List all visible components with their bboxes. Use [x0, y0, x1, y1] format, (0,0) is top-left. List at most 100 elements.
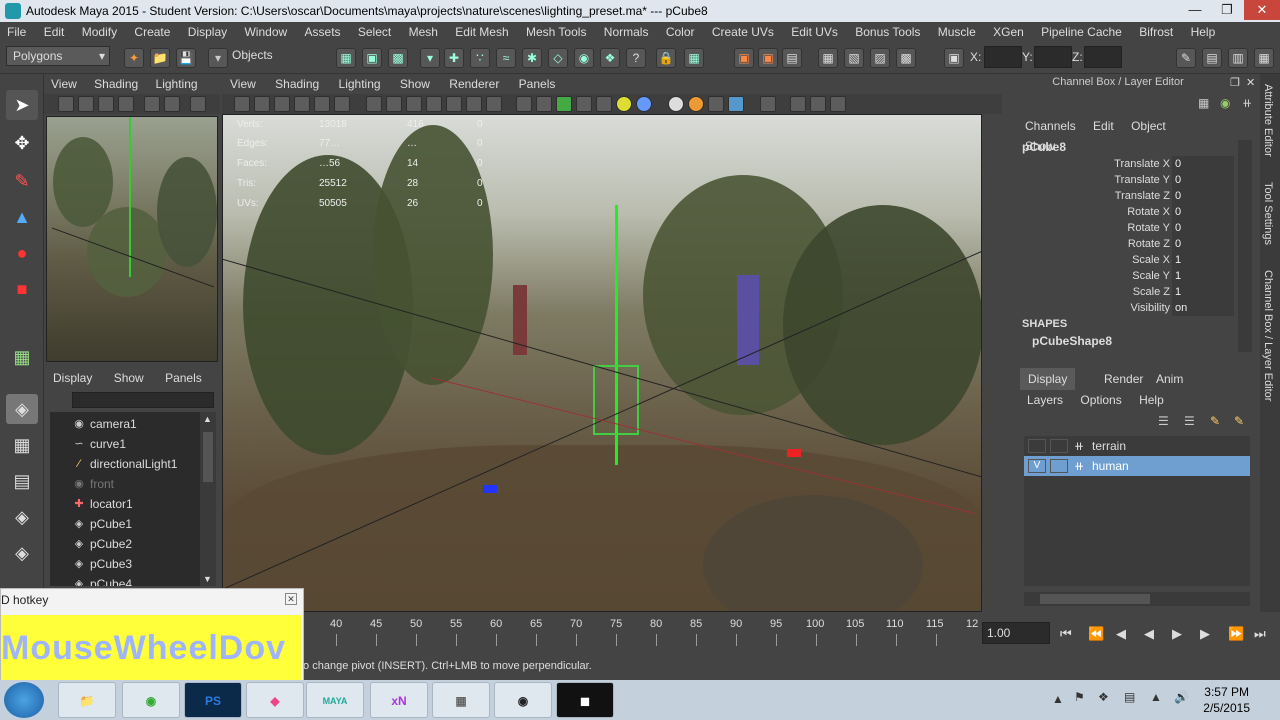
field-chart-icon[interactable] — [446, 96, 462, 112]
tab-display[interactable]: Display — [1020, 368, 1076, 390]
start-button[interactable] — [4, 682, 44, 718]
persp-menu-panels[interactable]: Panels — [511, 74, 564, 94]
current-frame-field[interactable]: 1.00 — [982, 622, 1050, 644]
outliner-search-field[interactable] — [72, 392, 214, 408]
wireframe-icon[interactable] — [516, 96, 532, 112]
render-view-icon[interactable]: ▧ — [844, 48, 864, 68]
menu-assets[interactable]: Assets — [298, 22, 348, 42]
move-layer-down-icon[interactable]: ☰ — [1184, 414, 1195, 428]
shadows-icon[interactable] — [636, 96, 652, 112]
camera-attributes-icon[interactable] — [254, 96, 270, 112]
snap-point-icon[interactable]: ≈ — [496, 48, 516, 68]
lasso-tool-icon[interactable]: ✥ — [6, 128, 38, 158]
app-taskbar-icon[interactable]: ◆ — [246, 682, 304, 718]
outliner-item-locator1[interactable]: ✚ locator1 — [74, 494, 132, 514]
select-by-component-icon[interactable]: ▩ — [388, 48, 408, 68]
ipr-render-icon[interactable]: ▣ — [758, 48, 778, 68]
new-layer-selected-icon[interactable]: ✎ — [1234, 414, 1244, 428]
select-by-object-type-icon[interactable]: ▣ — [362, 48, 382, 68]
outliner-item-pcube4[interactable]: ◈ pCube4 — [75, 574, 132, 586]
screen-space-ao-icon[interactable] — [668, 96, 684, 112]
outliner-item-front[interactable]: ◉ front — [74, 474, 114, 494]
channels-menu-edit[interactable]: Edit — [1086, 116, 1121, 136]
locator-blue[interactable] — [483, 485, 497, 493]
attribute-editor-toggle-icon[interactable]: ▤ — [1202, 48, 1222, 68]
layer-row-terrain[interactable]: ⧺ terrain — [1024, 436, 1250, 456]
persp-menu-shading[interactable]: Shading — [267, 74, 327, 94]
attr-translate-y[interactable]: Translate Y0 — [1020, 172, 1238, 188]
menu-window[interactable]: Window — [237, 22, 294, 42]
minimize-button[interactable]: — — [1180, 0, 1210, 20]
last-tool-icon[interactable]: ▦ — [6, 342, 38, 372]
outliner-scrollbar[interactable]: ▲ ▼ — [200, 412, 216, 586]
isolate-select-icon[interactable] — [760, 96, 776, 112]
float-panel-icon[interactable]: ❐ — [1230, 76, 1240, 89]
z-field[interactable] — [1084, 46, 1122, 68]
device-icon[interactable]: ▤ — [1124, 690, 1135, 704]
anti-aliasing-icon[interactable] — [708, 96, 724, 112]
menu-normals[interactable]: Normals — [597, 22, 656, 42]
new-empty-layer-icon[interactable]: ✎ — [1210, 414, 1220, 428]
menu-create-uvs[interactable]: Create UVs — [705, 22, 781, 42]
grid-icon[interactable] — [366, 96, 382, 112]
layer-visibility-toggle[interactable] — [1028, 439, 1046, 453]
layers-menu-help[interactable]: Help — [1132, 390, 1171, 410]
scale-tool-icon[interactable]: ■ — [6, 274, 38, 304]
scroll-thumb[interactable] — [203, 432, 213, 482]
play-forward-icon[interactable]: ▶ — [1172, 626, 1182, 642]
signal-icon[interactable]: ▲ — [1150, 690, 1162, 704]
close-icon[interactable]: ✕ — [285, 593, 297, 605]
flag-icon[interactable]: ⚑ — [1074, 690, 1085, 704]
move-tool-icon[interactable]: ▲ — [6, 202, 38, 232]
uv-editor-icon[interactable]: ▩ — [896, 48, 916, 68]
outliner-menu-show[interactable]: Show — [105, 368, 153, 388]
perspective-viewport[interactable]: Verts: 13018 416 0 Edges: 77… … 0 Faces:… — [222, 114, 982, 612]
tab-tool-settings[interactable]: Tool Settings — [1262, 182, 1274, 245]
menu-mesh-tools[interactable]: Mesh Tools — [519, 22, 593, 42]
wireframe-on-shaded-icon[interactable] — [556, 96, 572, 112]
taskbar-clock[interactable]: 3:57 PM 2/5/2015 — [1203, 684, 1250, 716]
paint-select-tool-icon[interactable]: ✎ — [6, 166, 38, 196]
menu-display[interactable]: Display — [181, 22, 234, 42]
layer-type-toggle[interactable] — [1050, 459, 1068, 473]
gate-mask-icon[interactable] — [426, 96, 442, 112]
step-back-frame-icon[interactable]: ⏪ — [1088, 626, 1104, 642]
menu-pipeline-cache[interactable]: Pipeline Cache — [1034, 22, 1129, 42]
film-gate-icon[interactable] — [386, 96, 402, 112]
help-icon[interactable]: ? — [626, 48, 646, 68]
outliner-item-camera1[interactable]: ◉ camera1 — [74, 414, 137, 434]
attr-visibility[interactable]: Visibility on — [1020, 300, 1238, 316]
snap-grid-icon[interactable]: ✚ — [444, 48, 464, 68]
step-back-key-icon[interactable]: ◀ — [1116, 626, 1126, 642]
select-by-hierarchy-icon[interactable]: ▦ — [336, 48, 356, 68]
persp-menu-renderer[interactable]: Renderer — [441, 74, 507, 94]
side-view-menu-lighting[interactable]: Lighting — [149, 74, 205, 94]
outliner-menu-display[interactable]: Display — [44, 368, 101, 388]
checker-icon[interactable] — [596, 96, 612, 112]
camera-snap-icon[interactable]: ▦ — [684, 48, 704, 68]
channel-box-scrollbar[interactable] — [1238, 140, 1252, 352]
menu-file[interactable]: File — [0, 22, 33, 42]
attr-scale-z[interactable]: Scale Z1 — [1020, 284, 1238, 300]
time-slider[interactable]: 40 45 50 55 60 65 70 75 80 85 90 95 100 … — [300, 614, 980, 654]
smooth-shade-icon[interactable] — [536, 96, 552, 112]
attr-translate-z[interactable]: Translate Z0 — [1020, 188, 1238, 204]
objects-selection-mode[interactable]: Objects — [226, 46, 322, 66]
snap-curve-icon[interactable]: ∵ — [470, 48, 490, 68]
move-layer-up-icon[interactable]: ☰ — [1158, 414, 1169, 428]
persp-menu-view[interactable]: View — [222, 74, 264, 94]
xnview-taskbar-icon[interactable]: xN — [370, 682, 428, 718]
lock-icon[interactable]: 🔒 — [656, 48, 676, 68]
hypershade-layout-icon[interactable]: ◈ — [6, 538, 38, 568]
safe-title-icon[interactable] — [486, 96, 502, 112]
layer-row-human[interactable]: V ⧺ human — [1024, 456, 1250, 476]
outliner-item-curve1[interactable]: ∽ curve1 — [74, 434, 126, 454]
layer-color-icon[interactable]: ⧺ — [1074, 456, 1084, 476]
attr-translate-x[interactable]: Translate X0 — [1020, 156, 1238, 172]
scroll-down-icon[interactable]: ▼ — [203, 574, 212, 584]
attr-rotate-x[interactable]: Rotate X0 — [1020, 204, 1238, 220]
step-forward-frame-icon[interactable]: ⏩ — [1228, 626, 1244, 642]
calculator-taskbar-icon[interactable]: ▦ — [432, 682, 490, 718]
camera-select-icon[interactable] — [58, 96, 74, 112]
menu-edit[interactable]: Edit — [37, 22, 72, 42]
